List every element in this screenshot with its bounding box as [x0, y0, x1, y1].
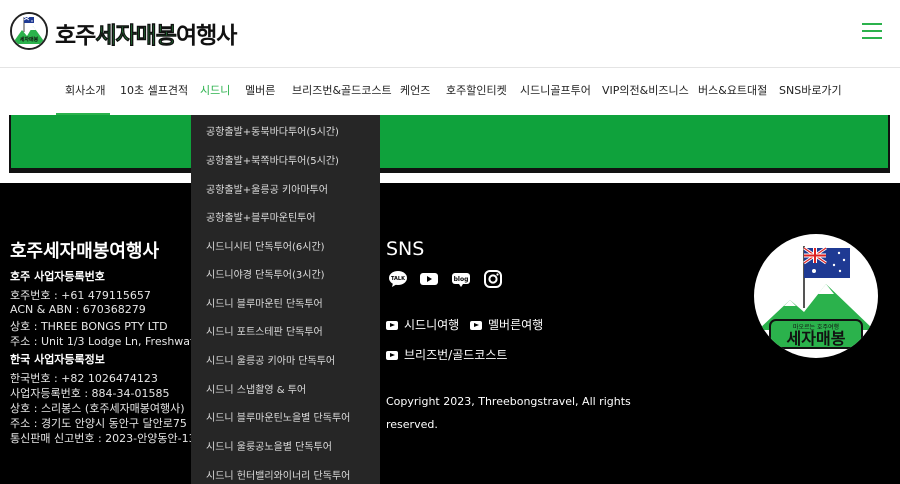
nav-item-self-quote[interactable]: 10초 셀프견적	[120, 69, 188, 115]
footer-au-line: 상호 : THREE BONGS PTY LTD	[10, 320, 168, 333]
footer-kr-heading: 한국 사업자등록정보	[10, 353, 105, 366]
dropdown-item[interactable]: 시드니 블루마운틴노을별 단독투어	[206, 409, 350, 424]
dropdown-item[interactable]: 시드니시티 단독투어(6시간)	[206, 238, 325, 253]
nav-item-sydney[interactable]: 시드니	[200, 69, 230, 115]
site-footer: 호주세자매봉여행사 호주 사업자등록번호 호주번호 : +61 47911565…	[0, 183, 900, 484]
nav-item-brisbane-goldcoast[interactable]: 브리즈번&골드코스트	[292, 69, 392, 115]
footer-kr-line: 한국번호 : +82 1026474123	[10, 372, 158, 385]
main-nav: 회사소개 10초 셀프견적 시드니 멜버른 브리즈번&골드코스트 케언즈 호주할…	[0, 69, 900, 115]
footer-au-line: 호주번호 : +61 479115657	[10, 289, 151, 302]
dropdown-item[interactable]: 시드니야경 단독투어(3시간)	[206, 266, 325, 281]
footer-kr-line: 통신판매 신고번호 : 2023-안양동안-1323	[10, 432, 210, 445]
dropdown-item[interactable]: 시드니 스냅촬영 & 투어	[206, 381, 306, 396]
copyright-text: Copyright 2023, Threebongstravel, All ri…	[386, 395, 631, 431]
youtube-icon	[386, 321, 398, 330]
dropdown-item[interactable]: 시드니 블루마운틴 단독투어	[206, 295, 323, 310]
badge-big-text: 세자매봉	[787, 329, 846, 348]
footer-kr-line: 사업자등록번호 : 884-34-01585	[10, 387, 170, 400]
footer-company-name: 호주세자매봉여행사	[10, 241, 160, 262]
company-badge-logo: 마오르는 호주여행 세자매봉	[754, 234, 878, 358]
dropdown-item[interactable]: 공항출발+블루마운틴투어	[206, 209, 316, 224]
sns-link-melbourne[interactable]: 멜버른여행	[470, 316, 543, 333]
sns-link-sydney[interactable]: 시드니여행	[386, 316, 459, 333]
footer-au-line: 주소 : Unit 1/3 Lodge Ln, Freshwater	[10, 335, 206, 348]
sns-link-brisbane-label: 브리즈번/골드코스트	[404, 348, 508, 362]
hamburger-menu-icon[interactable]	[862, 23, 882, 40]
svg-text:blog: blog	[454, 276, 469, 283]
footer-kr-line: 상호 : 스리봉스 (호주세자매봉여행사)	[10, 402, 185, 415]
svg-text:TALK: TALK	[391, 276, 406, 282]
footer-au-line: ACN & ABN : 670368279	[10, 303, 146, 316]
nav-item-sydney-golf[interactable]: 시드니골프투어	[520, 69, 591, 115]
sns-link-melbourne-label: 멜버른여행	[488, 318, 544, 332]
dropdown-item[interactable]: 시드니 울릉공 키아마 단독투어	[206, 352, 335, 367]
site-logo-text[interactable]: 호주세자매봉여행사	[55, 16, 237, 50]
nav-item-melbourne[interactable]: 멜버른	[245, 69, 275, 115]
talk-icon[interactable]: TALK	[388, 269, 408, 289]
logo-highlight: 세자매봉	[95, 23, 177, 50]
green-banner	[9, 115, 890, 170]
mountain-flag-icon: 세자매봉	[12, 14, 46, 48]
logo-badge[interactable]: 세자매봉	[10, 12, 48, 50]
sns-link-sydney-label: 시드니여행	[404, 318, 460, 332]
dropdown-item[interactable]: 공항출발+울릉공 키아마투어	[206, 181, 328, 196]
sns-link-brisbane[interactable]: 브리즈번/골드코스트	[386, 346, 507, 363]
nav-item-discount-tickets[interactable]: 호주할인티켓	[446, 69, 507, 115]
dropdown-item[interactable]: 공항출발+북쪽바다투어(5시간)	[206, 152, 339, 167]
dropdown-item[interactable]: 시드니 울룽공노을별 단독투어	[206, 438, 332, 453]
youtube-icon[interactable]	[419, 269, 439, 289]
sydney-dropdown-menu: 공항출발+동북바다투어(5시간) 공항출발+북쪽바다투어(5시간) 공항출발+울…	[191, 115, 380, 484]
footer-au-heading: 호주 사업자등록번호	[10, 270, 105, 283]
nav-item-company[interactable]: 회사소개	[65, 69, 105, 115]
site-header: 세자매봉 호주세자매봉여행사	[0, 0, 900, 68]
sns-title: SNS	[386, 238, 425, 260]
nav-item-cairns[interactable]: 케언즈	[400, 69, 430, 115]
logo-prefix: 호주	[55, 23, 96, 49]
dropdown-item[interactable]: 공항출발+동북바다투어(5시간)	[206, 123, 339, 138]
youtube-icon	[386, 351, 398, 360]
nav-item-vip-business[interactable]: VIP의전&비즈니스	[602, 69, 689, 115]
blog-icon[interactable]: blog	[451, 269, 471, 289]
banner-shadow-bar	[9, 170, 890, 173]
instagram-icon[interactable]	[483, 269, 503, 289]
nav-item-sns[interactable]: SNS바로가기	[779, 69, 842, 115]
logo-suffix: 여행사	[175, 23, 237, 49]
dropdown-item[interactable]: 시드니 헌터밸리와이너리 단독투어	[206, 467, 350, 482]
logo-badge-text: 세자매봉	[20, 36, 39, 43]
dropdown-item[interactable]: 시드니 포트스테판 단독투어	[206, 323, 323, 338]
page: 세자매봉 호주세자매봉여행사 회사소개 10초 셀프견적 시드니 멜버른 브리즈…	[0, 0, 900, 484]
footer-kr-line: 주소 : 경기도 안양시 동안구 달안로75	[10, 417, 187, 430]
nav-item-bus-yacht[interactable]: 버스&요트대절	[698, 69, 767, 115]
youtube-icon	[470, 321, 482, 330]
